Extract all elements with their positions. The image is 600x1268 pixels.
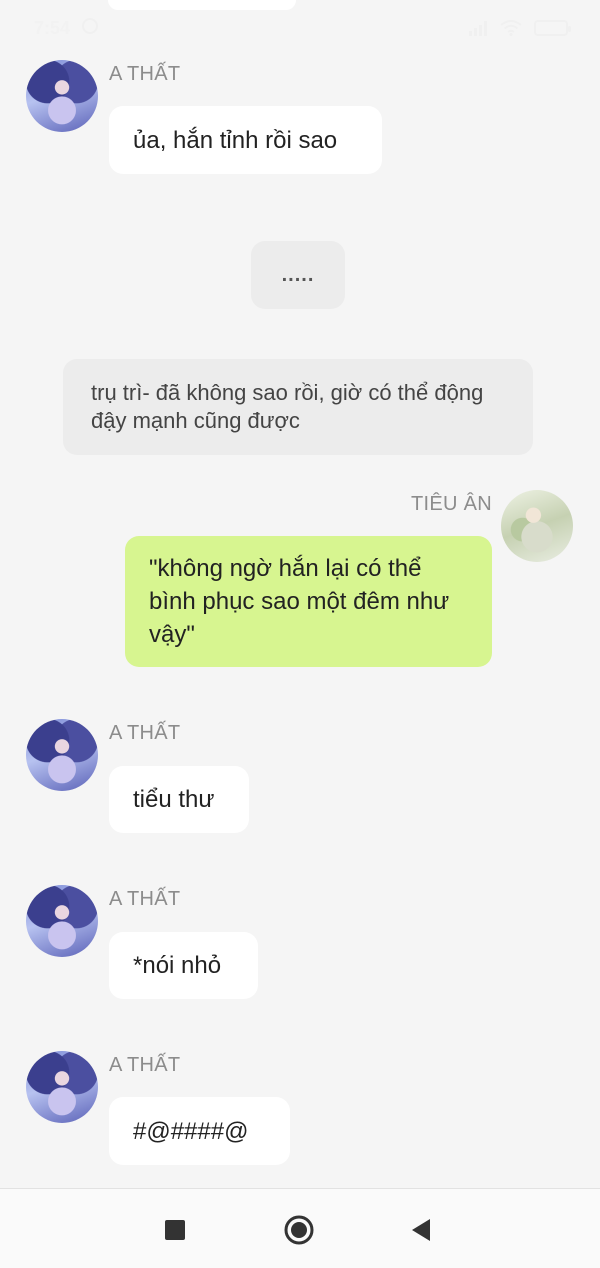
- girl-avatar[interactable]: [26, 1051, 98, 1123]
- system-message-text: trụ trì- đã không sao rồi, giờ có thể độ…: [91, 380, 484, 433]
- sender-name: A THẤT: [109, 722, 181, 744]
- ellipsis-text: .....: [281, 263, 315, 286]
- message-bubble[interactable]: ủa, hắn tỉnh rồi sao: [109, 106, 382, 174]
- home-icon: [284, 1215, 314, 1245]
- message-bubble[interactable]: tiểu thư: [109, 766, 249, 833]
- message-text: #@####@: [133, 1117, 249, 1145]
- recent-apps-button[interactable]: [160, 1215, 190, 1245]
- battery-icon: [534, 20, 571, 36]
- girl-avatar[interactable]: [26, 885, 98, 957]
- message-bubble[interactable]: #@####@: [109, 1097, 290, 1165]
- partial-message-bubble: [108, 0, 296, 10]
- recent-apps-icon: [165, 1220, 185, 1240]
- message-text: "không ngờ hắn lại có thể bình phục sao …: [149, 555, 450, 648]
- system-message[interactable]: trụ trì- đã không sao rồi, giờ có thể độ…: [63, 359, 533, 455]
- sender-name: A THẤT: [109, 1054, 181, 1076]
- message-text: ủa, hắn tỉnh rồi sao: [133, 126, 338, 154]
- robed-figure-avatar[interactable]: [501, 490, 573, 562]
- signal-icon: [469, 21, 487, 36]
- notification-icon: [82, 18, 98, 34]
- ellipsis-bubble[interactable]: .....: [251, 241, 345, 309]
- message-text: tiểu thư: [133, 786, 215, 813]
- back-button[interactable]: [406, 1215, 436, 1245]
- status-time: 7:54: [34, 18, 71, 38]
- message-text: *nói nhỏ: [133, 952, 222, 979]
- back-icon: [412, 1219, 430, 1241]
- message-bubble-sent[interactable]: "không ngờ hắn lại có thể bình phục sao …: [125, 536, 492, 667]
- navigation-bar: [0, 1188, 600, 1268]
- sender-name: A THẤT: [109, 63, 181, 85]
- message-bubble[interactable]: *nói nhỏ: [109, 932, 258, 999]
- sender-name: A THẤT: [109, 888, 181, 910]
- status-icons: [468, 20, 571, 36]
- status-bar: 7:54: [0, 0, 600, 56]
- wifi-icon: [500, 20, 522, 36]
- home-button[interactable]: [284, 1215, 314, 1245]
- girl-avatar[interactable]: [26, 719, 98, 791]
- girl-avatar[interactable]: [26, 60, 98, 132]
- sender-name: TIÊU ÂN: [411, 493, 492, 515]
